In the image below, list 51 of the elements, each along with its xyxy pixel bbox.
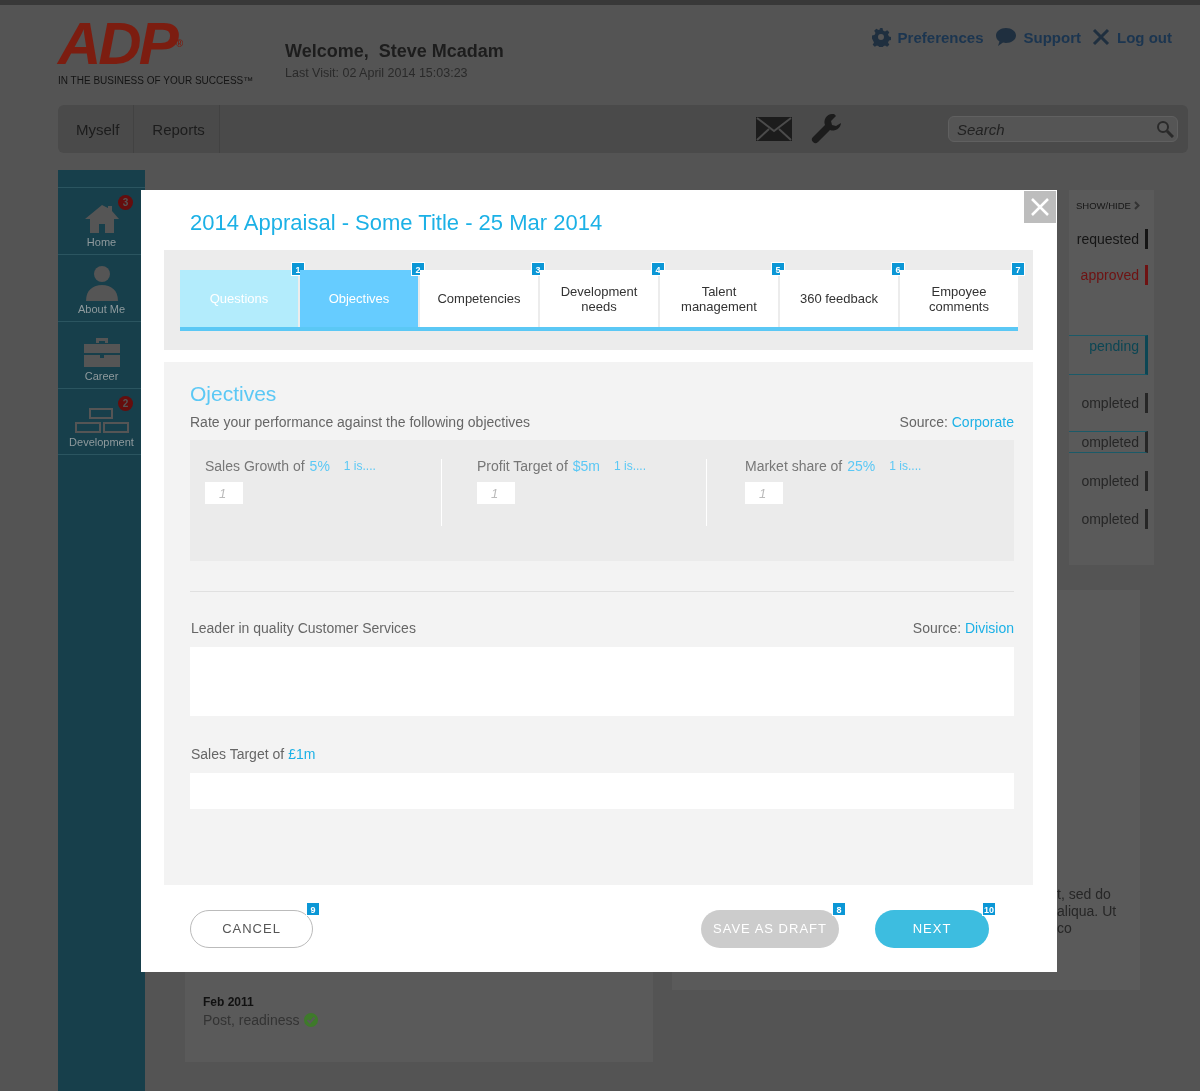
status-label: pending <box>1069 335 1148 375</box>
briefcase-icon <box>82 336 121 368</box>
tagline: IN THE BUSINESS OF YOUR SUCCESS™ <box>58 75 255 86</box>
search-icon[interactable] <box>1156 120 1174 138</box>
objective-label: Leader in quality Customer Services <box>191 620 416 636</box>
wrench-icon[interactable] <box>810 113 842 145</box>
source-text: Source: Corporate <box>899 414 1014 430</box>
person-icon <box>84 265 119 301</box>
logout-link[interactable]: Log out <box>1117 28 1172 46</box>
rating-input[interactable]: 1 <box>477 482 515 504</box>
step-number: 7 <box>1011 262 1025 276</box>
check-icon <box>303 1013 318 1027</box>
mail-icon[interactable] <box>756 117 792 141</box>
close-button[interactable] <box>1024 191 1056 223</box>
status-label: approved <box>1069 265 1148 285</box>
show-hide-toggle[interactable]: SHOW/HIDE <box>1076 200 1131 211</box>
count-badge: 2 <box>118 396 133 411</box>
dialog-title: 2014 Appraisal - Some Title - 25 Mar 2014 <box>190 210 603 235</box>
close-icon[interactable] <box>1092 28 1110 46</box>
count-badge: 3 <box>118 195 133 210</box>
status-label: requested <box>1069 229 1148 249</box>
welcome-text: Welcome, Steve Mcadam <box>285 41 504 62</box>
history-date: Feb 2011 <box>203 995 255 1009</box>
step-number: 9 <box>306 901 320 916</box>
rating-hint[interactable]: 1 is.... <box>614 459 647 473</box>
rating-label: Profit Target of $5m <box>477 458 601 474</box>
chevron-icon[interactable] <box>1133 201 1140 210</box>
support-link[interactable]: Support <box>1023 28 1081 46</box>
bricks-icon <box>74 408 129 434</box>
objective-label: Sales Target of £1m <box>191 746 316 762</box>
settings-icon[interactable] <box>870 27 891 47</box>
section-intro: Rate your performance against the following objectives <box>190 414 531 430</box>
rating-hint[interactable]: 1 is.... <box>343 459 376 473</box>
source-text: Source: Division <box>912 620 1014 636</box>
logo: ADP$^{®}$ <box>58 13 184 75</box>
step-number: 10 <box>982 901 996 916</box>
rating-hint[interactable]: 1 is.... <box>889 459 922 473</box>
step-number: 8 <box>832 901 846 916</box>
rating-input[interactable]: 1 <box>745 482 783 504</box>
section-heading: Ojectives <box>190 382 278 406</box>
rating-label: Market share of 25% <box>745 458 876 474</box>
rating-label: Sales Growth of 5% <box>205 458 330 474</box>
rating-input[interactable]: 1 <box>205 482 243 504</box>
sidebar-label: About Me <box>77 303 126 315</box>
close-icon <box>1031 198 1049 216</box>
house-icon <box>83 204 120 234</box>
speech-bubble-icon[interactable] <box>994 27 1017 47</box>
preferences-link[interactable]: Preferences <box>897 28 984 46</box>
sidebar-label: Home <box>86 236 117 248</box>
sidebar-label: Career <box>84 370 119 382</box>
sidebar-label: Development <box>69 436 134 448</box>
